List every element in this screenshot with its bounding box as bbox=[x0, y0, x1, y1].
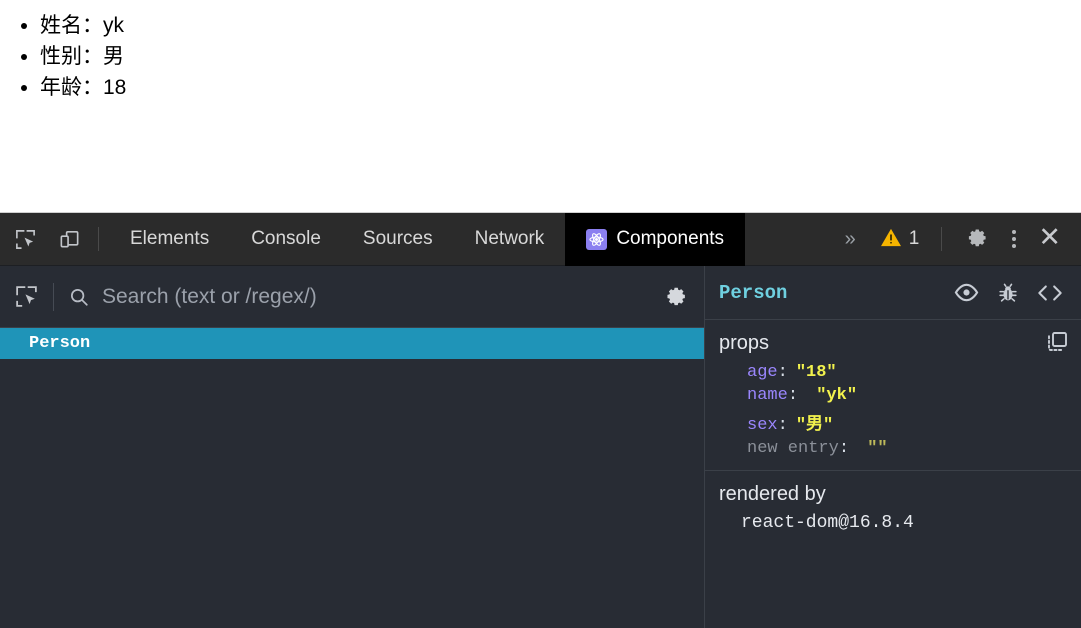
toolbar-divider-right bbox=[941, 227, 942, 251]
prop-key: name bbox=[747, 386, 788, 405]
tree-item-label: Person bbox=[29, 334, 90, 353]
prop-value[interactable]: "yk" bbox=[806, 386, 857, 405]
tab-label: Components bbox=[616, 228, 724, 250]
list-item: 性别：男 bbox=[40, 43, 1081, 71]
devtools-panel: Elements Console Sources Network Compone… bbox=[0, 212, 1081, 628]
device-toolbar-icon[interactable] bbox=[50, 220, 88, 258]
code-icon[interactable] bbox=[1037, 284, 1063, 302]
prop-row[interactable]: age : "18" bbox=[705, 361, 1081, 384]
tab-components[interactable]: Components bbox=[565, 213, 745, 266]
rendered-by-section: rendered by react-dom@16.8.4 bbox=[705, 471, 1081, 543]
component-details-header: Person bbox=[705, 266, 1081, 320]
devtools-tabbar-right: » 1 bbox=[833, 220, 1081, 258]
tab-label: Sources bbox=[363, 228, 433, 250]
tree-item-person[interactable]: Person bbox=[0, 328, 704, 359]
close-icon[interactable]: ✕ bbox=[1032, 224, 1073, 255]
web-page-viewport: 姓名：yk 性别：男 年龄：18 bbox=[0, 0, 1081, 212]
list-item: 姓名：yk bbox=[40, 12, 1081, 40]
details-header-actions bbox=[954, 282, 1069, 304]
inspect-element-icon[interactable] bbox=[6, 220, 44, 258]
prop-key: age bbox=[747, 363, 778, 382]
tab-network[interactable]: Network bbox=[454, 213, 566, 266]
eye-icon[interactable] bbox=[954, 283, 979, 302]
prop-value[interactable]: "18" bbox=[796, 363, 837, 382]
warning-count: 1 bbox=[909, 228, 920, 250]
component-search bbox=[68, 285, 647, 309]
component-tree-toolbar bbox=[0, 266, 704, 328]
components-panel: Person Person bbox=[0, 266, 1081, 628]
component-details-pane: Person bbox=[705, 266, 1081, 628]
prop-colon: : bbox=[778, 416, 788, 435]
search-input[interactable] bbox=[102, 285, 647, 309]
props-section: props age : "18" name : "yk" bbox=[705, 320, 1081, 471]
component-tree-pane: Person bbox=[0, 266, 705, 628]
prop-key: new entry bbox=[747, 439, 839, 458]
warning-triangle-icon bbox=[880, 227, 902, 252]
prop-row[interactable]: name : "yk" bbox=[705, 384, 1081, 407]
prop-colon: : bbox=[788, 386, 798, 405]
selected-component-name: Person bbox=[719, 282, 787, 304]
tab-label: Network bbox=[475, 228, 545, 250]
gear-icon[interactable] bbox=[958, 220, 996, 258]
react-atom-icon bbox=[586, 229, 607, 250]
prop-value[interactable]: "男" bbox=[796, 409, 833, 435]
devtools-tabbar: Elements Console Sources Network Compone… bbox=[0, 213, 1081, 266]
list-item: 年龄：18 bbox=[40, 74, 1081, 102]
props-section-title: props bbox=[705, 332, 1081, 361]
copy-icon[interactable] bbox=[1045, 330, 1069, 359]
component-tree-list: Person bbox=[0, 328, 704, 359]
prop-colon: : bbox=[839, 439, 849, 458]
tab-label: Console bbox=[251, 228, 321, 250]
rendered-by-value[interactable]: react-dom@16.8.4 bbox=[705, 513, 1081, 533]
prop-row-new-entry[interactable]: new entry : "" bbox=[705, 437, 1081, 460]
prop-value[interactable]: "" bbox=[857, 439, 888, 458]
bug-icon[interactable] bbox=[997, 282, 1019, 304]
person-info-list: 姓名：yk 性别：男 年龄：18 bbox=[0, 0, 1081, 102]
tab-label: Elements bbox=[130, 228, 209, 250]
gear-icon[interactable] bbox=[647, 284, 704, 309]
search-icon bbox=[68, 286, 90, 308]
more-tabs-icon[interactable]: » bbox=[833, 229, 868, 249]
tab-elements[interactable]: Elements bbox=[109, 213, 230, 266]
tab-sources[interactable]: Sources bbox=[342, 213, 454, 266]
tree-toolbar-divider bbox=[53, 283, 54, 311]
prop-colon: : bbox=[778, 363, 788, 382]
rendered-by-title: rendered by bbox=[705, 483, 1081, 513]
select-element-icon[interactable] bbox=[14, 284, 39, 309]
more-vertical-icon[interactable] bbox=[996, 230, 1032, 248]
prop-row[interactable]: sex : "男" bbox=[705, 407, 1081, 437]
warning-badge[interactable]: 1 bbox=[868, 227, 932, 252]
tab-console[interactable]: Console bbox=[230, 213, 342, 266]
toolbar-divider bbox=[98, 227, 99, 251]
prop-key: sex bbox=[747, 416, 778, 435]
